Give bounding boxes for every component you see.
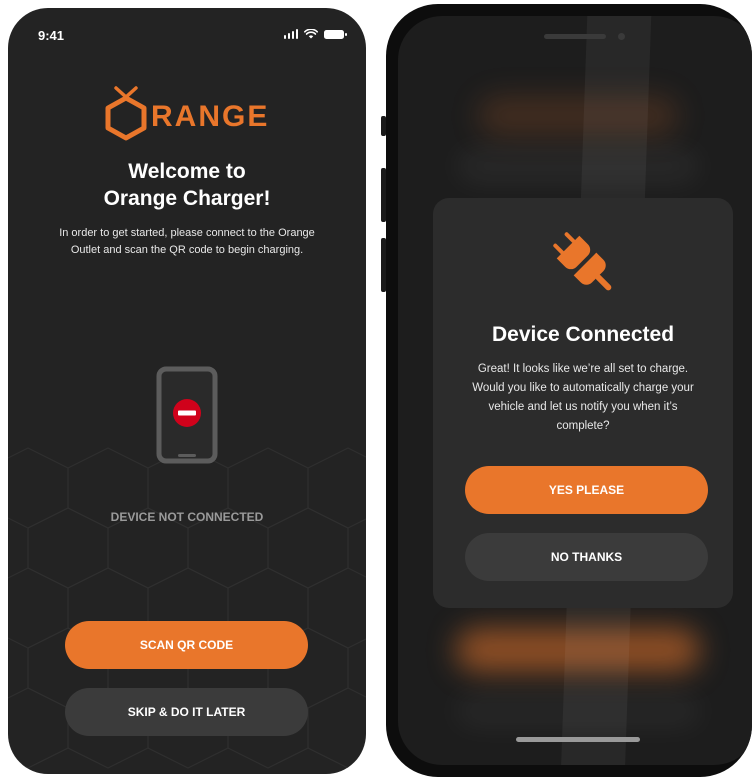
blurred-background-text bbox=[458, 151, 698, 181]
modal-desc-line-2: Would you like to automatically charge y… bbox=[472, 382, 694, 394]
cellular-signal-icon bbox=[283, 29, 298, 39]
skip-button[interactable]: SKIP & DO IT LATER bbox=[65, 688, 308, 736]
modal-description: Great! It looks like we’re all set to ch… bbox=[453, 360, 713, 436]
yes-please-button[interactable]: YES PLEASE bbox=[465, 466, 708, 514]
modal-desc-line-1: Great! It looks like we’re all set to ch… bbox=[477, 363, 689, 375]
phone-frame-right: Device Connected Great! It looks like we… bbox=[386, 4, 752, 777]
modal-desc-line-4: complete? bbox=[556, 420, 610, 432]
front-camera bbox=[618, 33, 625, 40]
phone-disconnected-icon bbox=[156, 366, 218, 464]
device-connected-modal: Device Connected Great! It looks like we… bbox=[433, 198, 733, 608]
logo-wordmark: RANGE bbox=[151, 100, 270, 133]
welcome-line-2: Orange Charger! bbox=[103, 187, 271, 210]
plug-connected-icon bbox=[553, 232, 612, 291]
status-icons bbox=[283, 29, 347, 39]
welcome-line-1: Welcome to bbox=[128, 160, 246, 183]
status-time: 9:41 bbox=[38, 28, 65, 43]
welcome-desc-line-1: In order to get started, please connect … bbox=[59, 227, 315, 239]
modal-desc-line-3: vehicle and let us notify you when it’s bbox=[488, 401, 678, 413]
welcome-desc-line-2: Outlet and scan the QR code to begin cha… bbox=[70, 244, 304, 256]
device-connected-screen: Device Connected Great! It looks like we… bbox=[398, 16, 752, 765]
no-thanks-button[interactable]: NO THANKS bbox=[465, 533, 708, 581]
modal-title: Device Connected bbox=[491, 323, 675, 346]
scan-qr-code-button[interactable]: SCAN QR CODE bbox=[65, 621, 308, 669]
status-bar: 9:41 bbox=[8, 26, 366, 48]
device-status-label: DEVICE NOT CONNECTED bbox=[110, 510, 264, 524]
hexagon-o-logo-icon bbox=[105, 86, 147, 141]
welcome-heading: Welcome to Orange Charger! bbox=[8, 158, 366, 212]
home-indicator[interactable] bbox=[516, 737, 640, 742]
orange-logo: RANGE bbox=[103, 84, 273, 144]
wifi-icon bbox=[304, 29, 318, 39]
battery-icon bbox=[324, 29, 347, 39]
onboarding-screen: 9:41 RANGE Welcome to Orange Charger! In… bbox=[8, 8, 366, 774]
speaker-grille bbox=[544, 34, 606, 39]
welcome-description: In order to get started, please connect … bbox=[34, 225, 340, 259]
